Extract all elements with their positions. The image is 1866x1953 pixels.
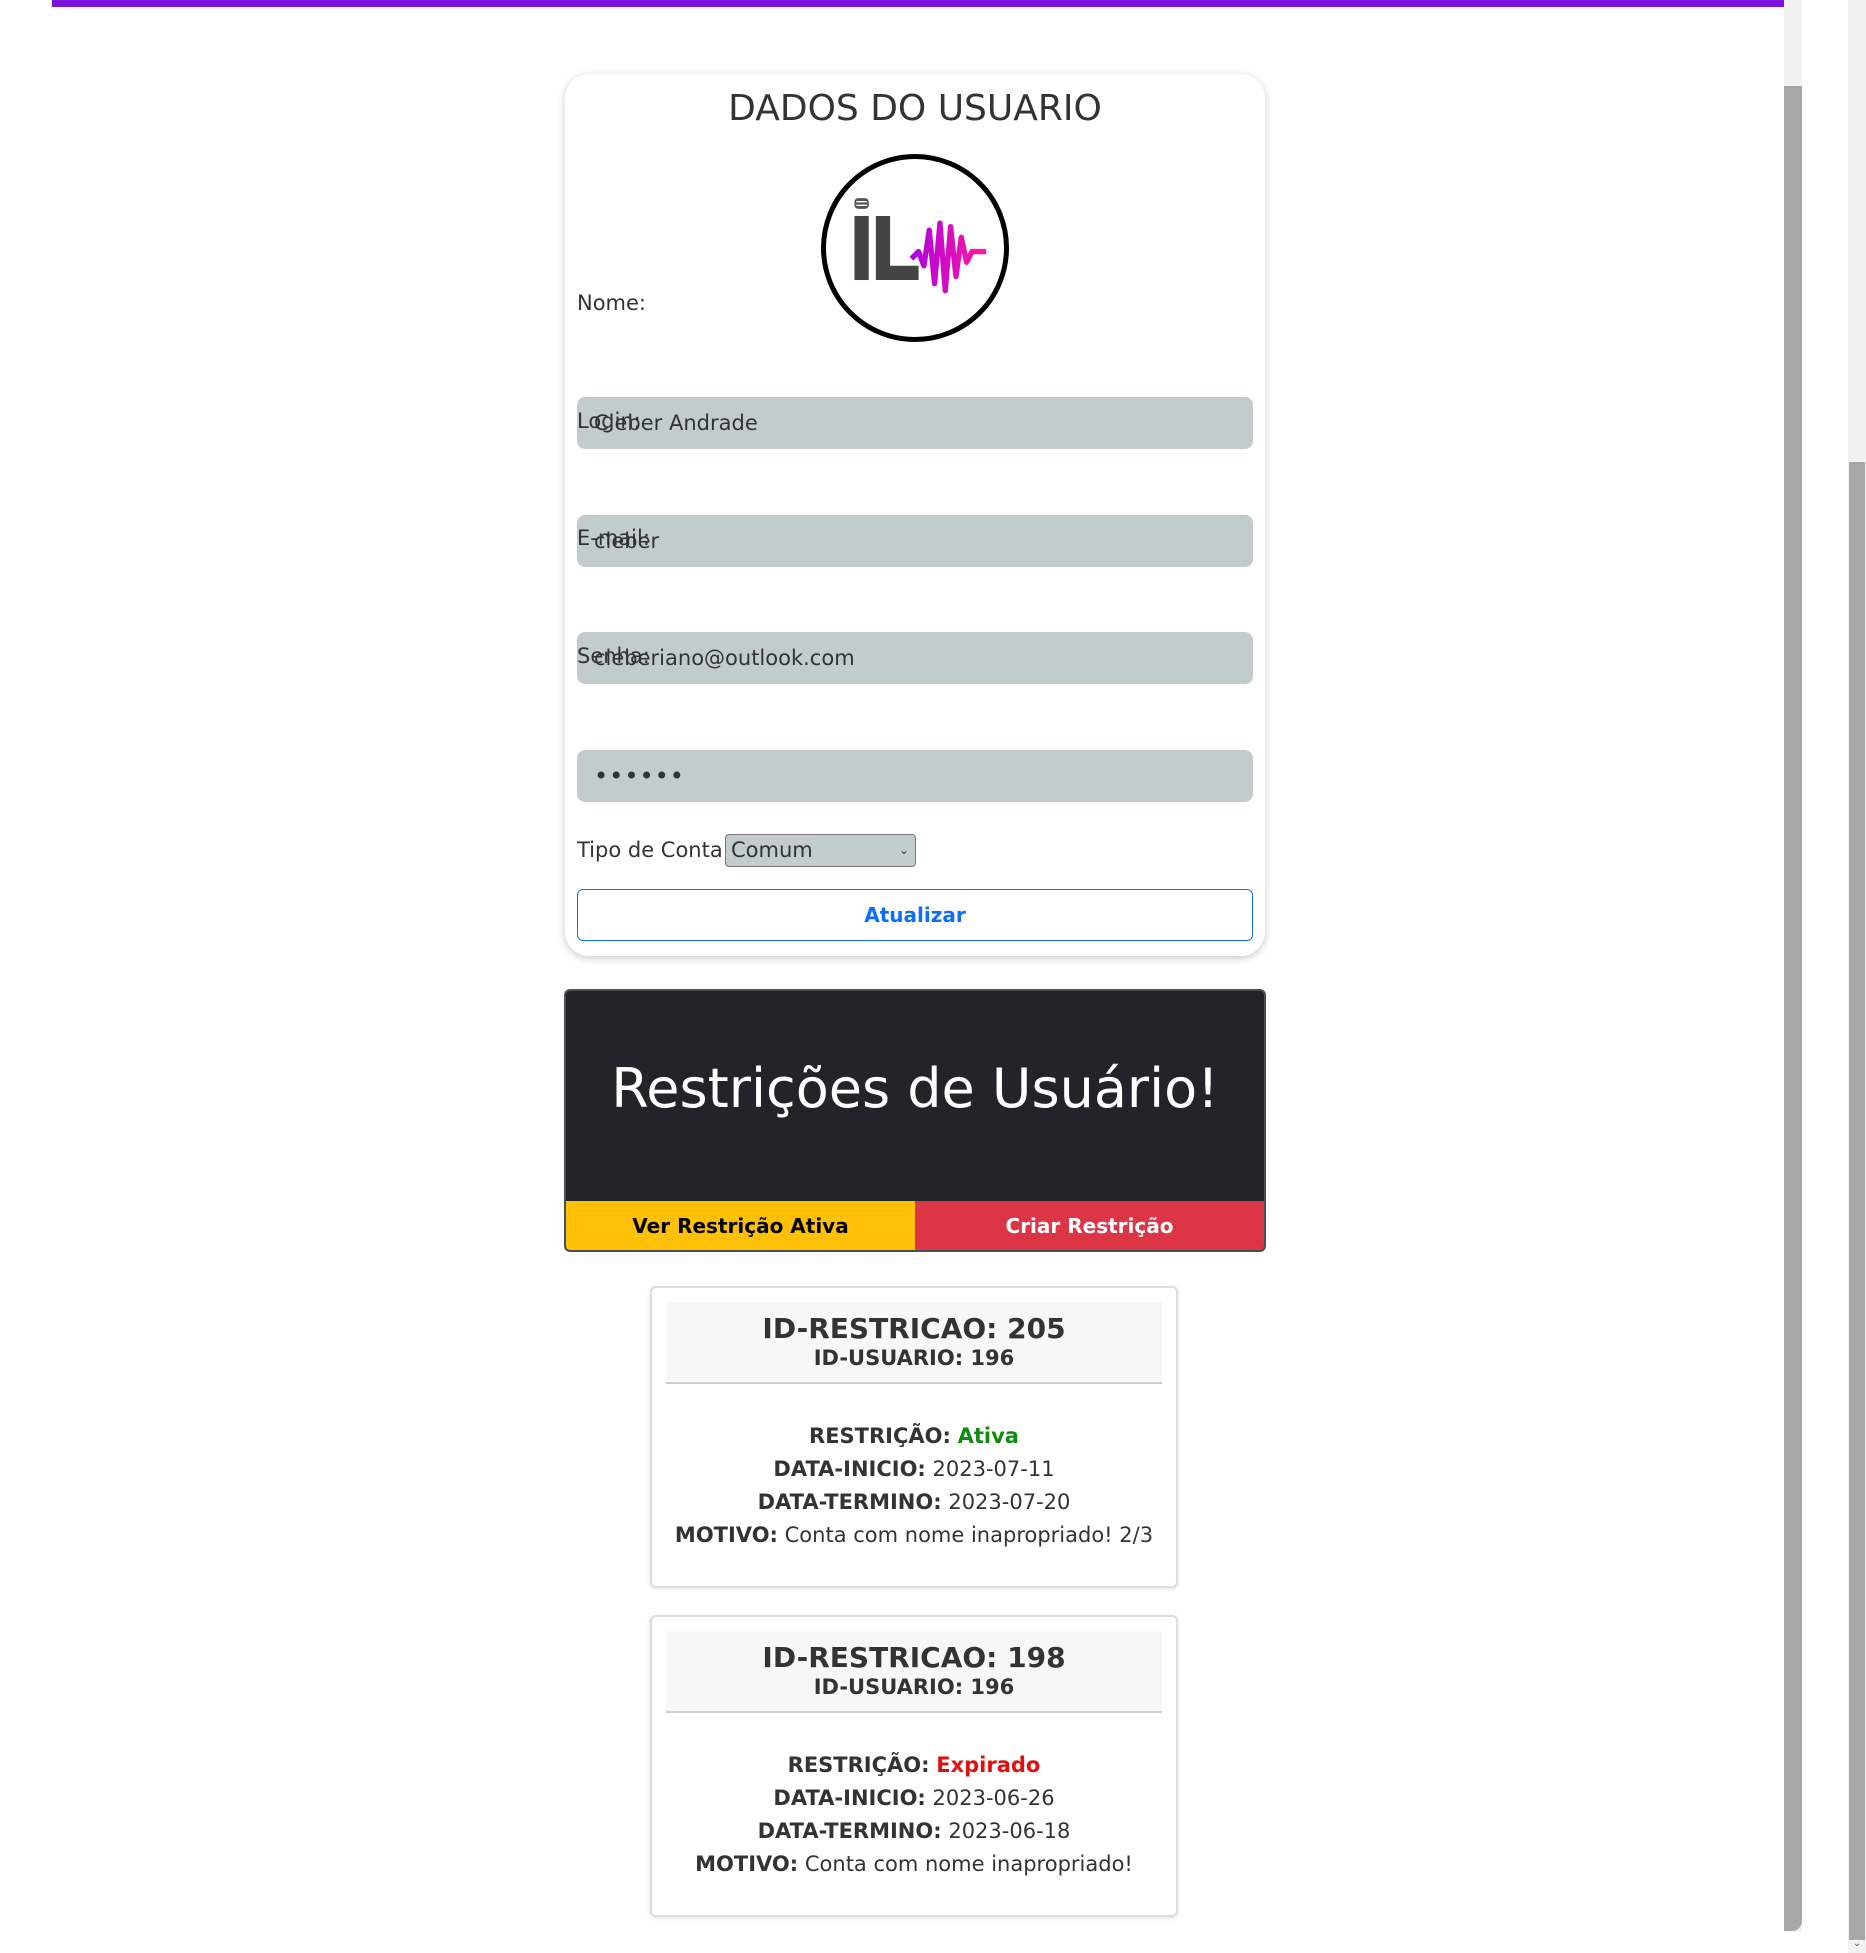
status-badge: Ativa [957,1424,1019,1448]
inner-scrollbar-thumb[interactable] [1784,86,1802,1931]
chevron-down-icon: ⌄ [898,843,909,857]
restriction-end-row: DATA-TERMINO: 2023-06-18 [757,1819,1071,1843]
senha-input[interactable] [577,750,1253,802]
restriction-start-row: DATA-INICIO: 2023-06-26 [773,1786,1055,1810]
restriction-card-header: ID-RESTRICAO: 205 ID-USUARIO: 196 [666,1302,1162,1384]
login-input[interactable] [577,515,1253,567]
scroll-down-arrow-icon[interactable]: ⌄ [1849,1937,1865,1951]
restriction-card-body: RESTRIÇÃO: Ativa DATA-INICIO: 2023-07-11… [652,1420,1176,1552]
restriction-start-row: DATA-INICIO: 2023-07-11 [773,1457,1055,1481]
restriction-card: ID-RESTRICAO: 198 ID-USUARIO: 196 RESTRI… [650,1615,1178,1917]
restriction-status-row: RESTRIÇÃO: Ativa [809,1424,1019,1448]
restriction-status-row: RESTRIÇÃO: Expirado [787,1753,1041,1777]
logo-avatar-icon [821,154,1009,342]
ver-restricao-ativa-button[interactable]: Ver Restrição Ativa [566,1201,915,1250]
outer-scrollbar-thumb[interactable] [1849,462,1865,1940]
restriction-card-header: ID-RESTRICAO: 198 ID-USUARIO: 196 [666,1631,1162,1713]
nome-label: Nome: [577,291,647,315]
user-data-card: DADOS DO USUARIO Nome: Login: E-mail: Se… [565,74,1265,956]
restriction-card-body: RESTRIÇÃO: Expirado DATA-INICIO: 2023-06… [652,1749,1176,1881]
restriction-reason-row: MOTIVO: Conta com nome inapropriado! [695,1852,1133,1876]
restrictions-title: Restrições de Usuário! [611,1057,1219,1120]
senha-label: Senha: [577,644,650,668]
restriction-end-row: DATA-TERMINO: 2023-07-20 [757,1490,1071,1514]
restriction-card: ID-RESTRICAO: 205 ID-USUARIO: 196 RESTRI… [650,1286,1178,1588]
tipo-conta-value: Comum [731,838,813,862]
restriction-id: ID-RESTRICAO: 205 [762,1312,1066,1345]
il-logo-icon [854,198,987,294]
login-label: Login: [577,409,641,433]
nome-input[interactable] [577,397,1253,449]
restriction-reason-row: MOTIVO: Conta com nome inapropriado! 2/3 [674,1523,1154,1547]
restriction-id: ID-RESTRICAO: 198 [762,1641,1066,1674]
email-input[interactable] [577,632,1253,684]
tipo-conta-label: Tipo de Conta: [577,838,730,862]
atualizar-button[interactable]: Atualizar [577,889,1253,941]
criar-restricao-button[interactable]: Criar Restrição [915,1201,1264,1250]
page-title: DADOS DO USUARIO [728,88,1102,129]
status-badge: Expirado [936,1753,1041,1777]
top-accent-bar [52,0,1784,7]
restriction-user-id: ID-USUARIO: 196 [813,1675,1015,1699]
restrictions-panel: Restrições de Usuário! Ver Restrição Ati… [564,989,1266,1252]
tipo-conta-select[interactable]: Comum ⌄ [725,834,916,867]
email-label: E-mail: [577,526,650,550]
restriction-user-id: ID-USUARIO: 196 [813,1346,1015,1370]
